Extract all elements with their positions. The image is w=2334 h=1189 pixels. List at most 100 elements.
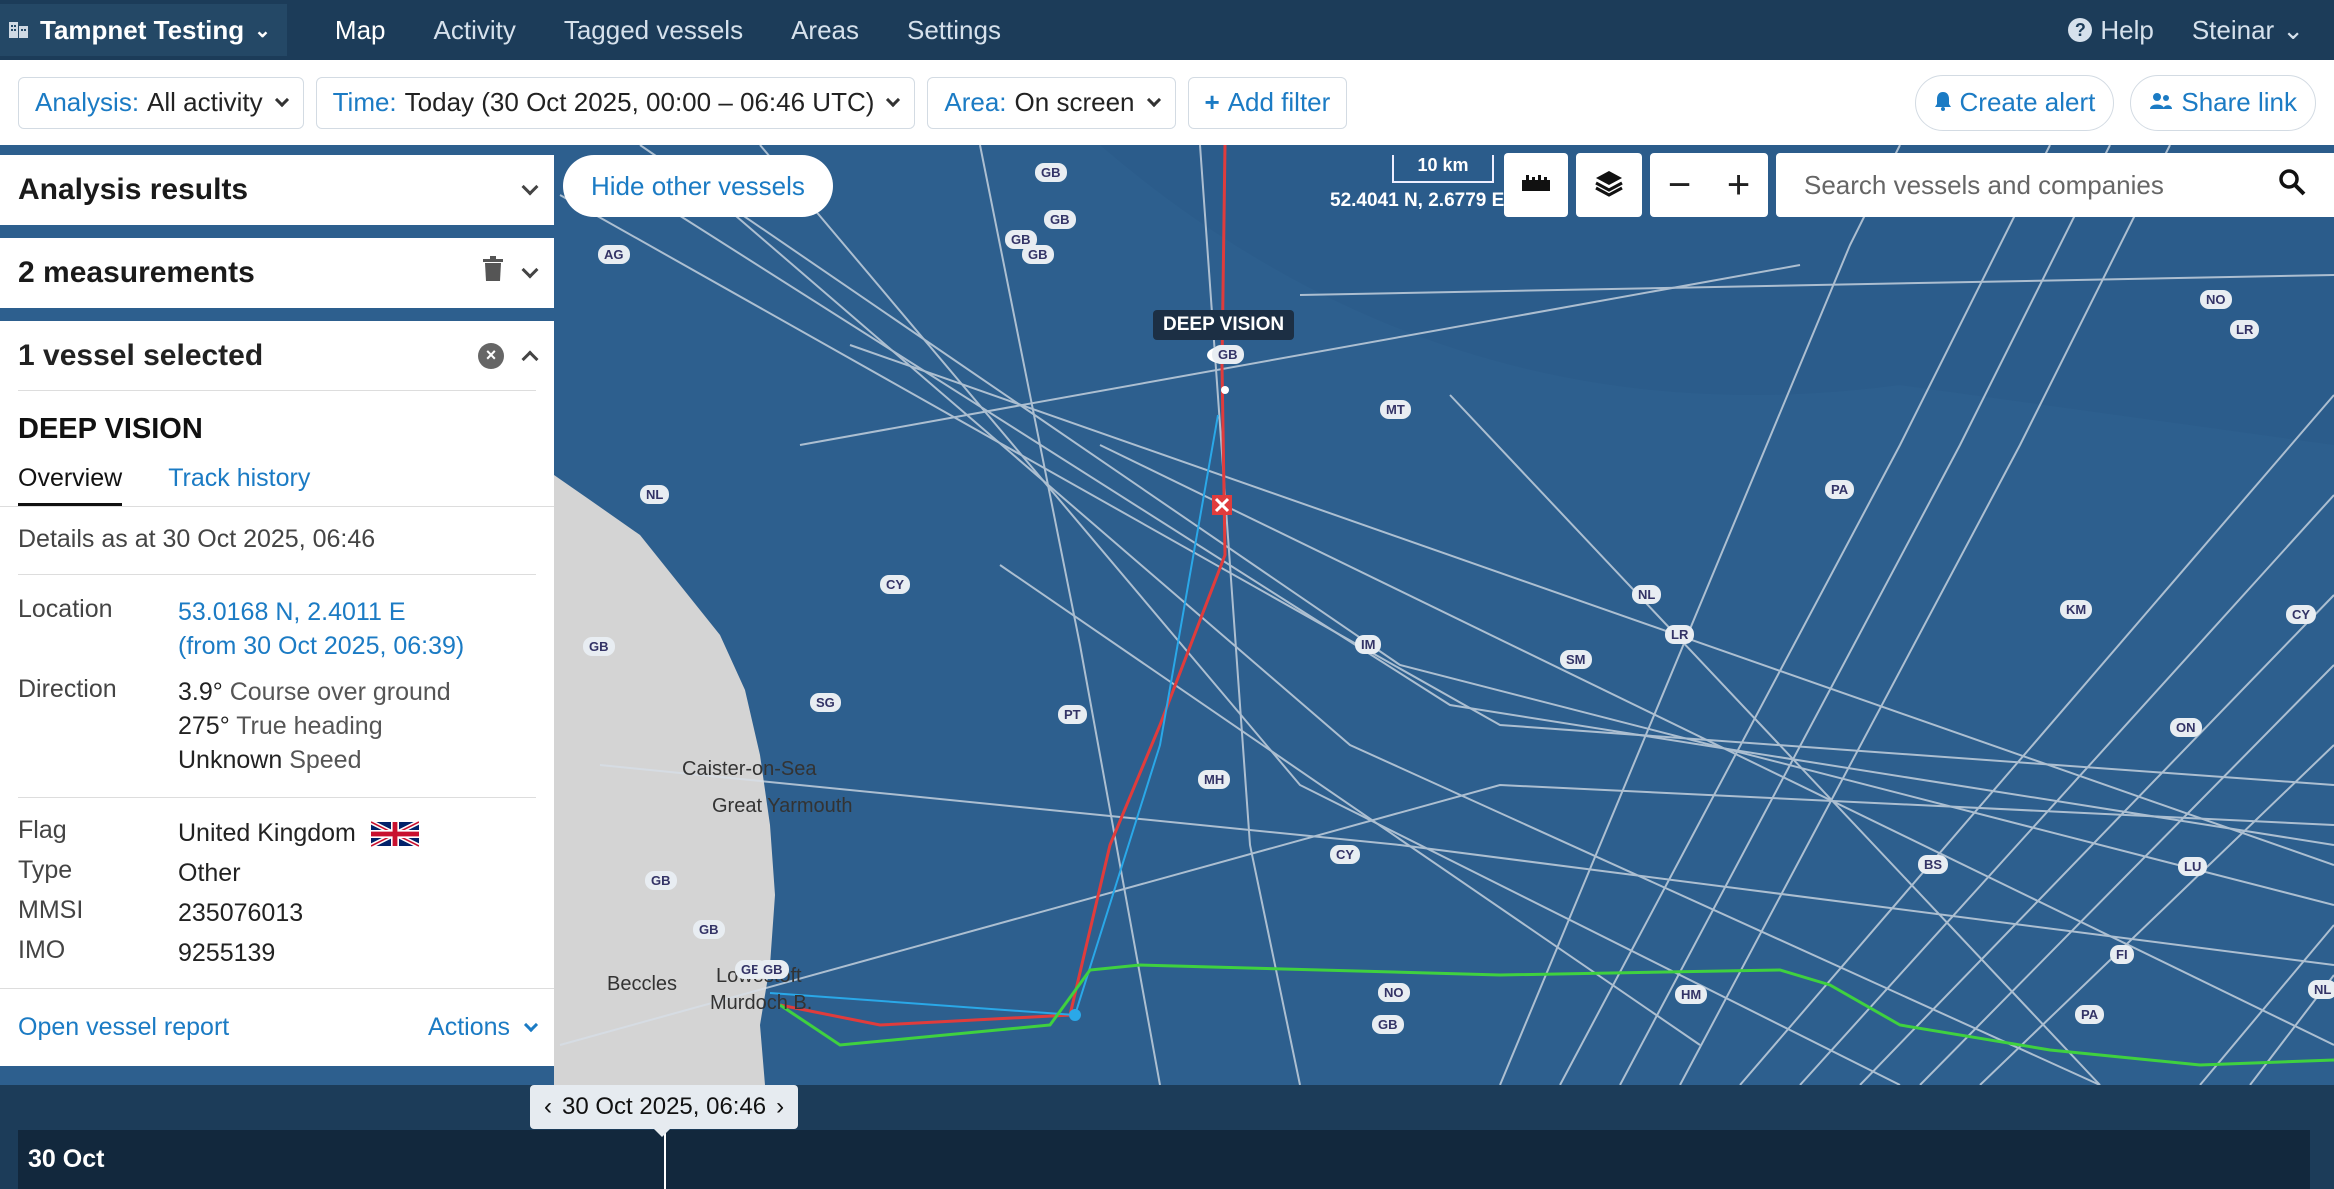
heading-value: 275° xyxy=(178,712,230,740)
vessel-map-label[interactable]: DEEP VISION xyxy=(1153,310,1295,340)
add-filter-label: Add filter xyxy=(1227,87,1331,117)
measure-button[interactable] xyxy=(1504,153,1568,217)
actions-label: Actions xyxy=(428,1013,510,1041)
vessel-tag[interactable]: NO xyxy=(2200,290,2232,309)
timeline-cursor[interactable] xyxy=(664,1130,666,1189)
layers-button[interactable] xyxy=(1576,153,1642,217)
vessel-tag[interactable]: GB xyxy=(693,920,725,939)
field-label: Direction xyxy=(18,675,117,703)
section-title: Analysis results xyxy=(18,173,249,206)
vessel-tag[interactable]: GB xyxy=(645,871,677,890)
add-filter-button[interactable]: + Add filter xyxy=(1187,76,1348,129)
clear-selection-icon[interactable]: × xyxy=(478,342,504,369)
chevron-down-icon[interactable] xyxy=(521,178,539,196)
zoom-out-button[interactable]: − xyxy=(1668,163,1691,208)
vessel-tag[interactable]: SM xyxy=(1560,650,1592,669)
zoom-controls: − + xyxy=(1650,153,1768,217)
chevron-left-icon[interactable]: ‹ xyxy=(544,1093,552,1121)
vessel-tag[interactable]: FI xyxy=(2110,945,2134,964)
nav-activity[interactable]: Activity xyxy=(434,15,516,46)
vessel-tag[interactable]: GB xyxy=(1212,345,1244,364)
vessel-tag[interactable]: LR xyxy=(1665,625,1695,644)
open-vessel-report-link[interactable]: Open vessel report xyxy=(18,1013,229,1042)
vessel-search-input[interactable]: Search vessels and companies xyxy=(1776,153,2334,217)
type-row: Type Other xyxy=(18,856,536,890)
vessel-tag[interactable]: PT xyxy=(1058,705,1087,724)
vessel-tag[interactable]: PA xyxy=(2075,1005,2105,1024)
vessel-tag[interactable]: GB xyxy=(1035,163,1067,182)
chevron-down-icon[interactable] xyxy=(521,261,539,279)
vessel-tag[interactable]: BS xyxy=(1918,855,1949,874)
measurements-section[interactable]: 2 measurements xyxy=(0,238,554,308)
vessel-tag[interactable]: KM xyxy=(2060,600,2093,619)
hide-other-vessels-button[interactable]: Hide other vessels xyxy=(563,155,833,217)
trash-icon[interactable] xyxy=(482,256,504,290)
actions-menu[interactable]: Actions xyxy=(428,1013,539,1042)
location-link[interactable]: 53.0168 N, 2.4011 E xyxy=(178,598,406,626)
vessel-tag[interactable]: CY xyxy=(880,575,911,594)
vessel-actions-bar: Open vessel report Actions xyxy=(0,988,554,1066)
search-icon[interactable] xyxy=(2278,168,2306,203)
vessel-tag[interactable]: SG xyxy=(810,693,841,712)
vessel-tag[interactable]: CY xyxy=(1330,845,1361,864)
help-link[interactable]: ? Help xyxy=(2068,14,2154,46)
vessel-tag[interactable]: PA xyxy=(1825,480,1855,499)
vessel-tag[interactable]: NL xyxy=(640,485,670,504)
org-switcher[interactable]: Tampnet Testing ⌄ xyxy=(0,4,287,56)
vessel-tag[interactable]: GB xyxy=(757,960,789,979)
cog-value: 3.9° xyxy=(178,678,223,706)
field-label: Location xyxy=(18,595,113,623)
chevron-down-icon xyxy=(1146,92,1161,107)
selected-vessel-header[interactable]: 1 vessel selected × xyxy=(18,321,539,391)
vessel-tag[interactable]: NL xyxy=(2308,980,2334,999)
chevron-right-icon[interactable]: › xyxy=(776,1093,784,1121)
analysis-results-section[interactable]: Analysis results xyxy=(0,155,554,225)
vessel-tag[interactable]: MT xyxy=(1380,400,1411,419)
location-from[interactable]: (from 30 Oct 2025, 06:39) xyxy=(178,632,464,660)
vessel-tag[interactable]: GB xyxy=(1022,245,1054,264)
vessel-tag[interactable]: GB xyxy=(1372,1015,1404,1034)
vessel-name: DEEP VISION xyxy=(18,413,203,445)
chevron-up-icon[interactable] xyxy=(521,350,539,367)
vessel-tag[interactable]: LU xyxy=(2178,857,2208,876)
flag-value: United Kingdom xyxy=(178,819,356,847)
vessel-tag[interactable]: GB xyxy=(1044,210,1076,229)
vessel-tag[interactable]: MH xyxy=(1198,770,1231,789)
nav-areas[interactable]: Areas xyxy=(791,15,859,46)
vessel-tag[interactable]: NO xyxy=(1378,983,1410,1002)
user-name: Steinar xyxy=(2191,14,2275,45)
nav-settings[interactable]: Settings xyxy=(907,15,1001,46)
share-link-button[interactable]: Share link xyxy=(2130,74,2316,131)
zoom-in-button[interactable]: + xyxy=(1727,163,1750,208)
time-filter[interactable]: Time: Today (30 Oct 2025, 00:00 – 06:46 … xyxy=(315,76,916,129)
cursor-coordinates: 52.4041 N, 2.6779 E xyxy=(1330,190,1505,211)
tab-overview[interactable]: Overview xyxy=(18,464,123,506)
chevron-down-icon xyxy=(523,1017,539,1032)
vessel-tag[interactable]: GB xyxy=(583,637,615,656)
vessel-tag[interactable]: AG xyxy=(598,245,630,264)
analysis-filter[interactable]: Analysis: All activity xyxy=(18,76,304,129)
user-menu[interactable]: Steinar ⌄ xyxy=(2192,15,2304,46)
vessel-tag[interactable]: NL xyxy=(1632,585,1662,604)
tab-track-history[interactable]: Track history xyxy=(168,464,310,506)
uk-flag-icon xyxy=(370,821,419,848)
chevron-down-icon: ⌄ xyxy=(254,19,271,42)
vessel-tag[interactable]: CY xyxy=(2286,605,2317,624)
direction-row: Direction 3.9° Course over ground 275° T… xyxy=(18,675,536,798)
field-label: MMSI xyxy=(18,896,84,924)
nav-tagged-vessels[interactable]: Tagged vessels xyxy=(564,15,743,46)
timeline-time-control: ‹ 30 Oct 2025, 06:46 › xyxy=(530,1085,799,1137)
vessel-tag[interactable]: HM xyxy=(1675,985,1708,1004)
nav-map[interactable]: Map xyxy=(335,15,386,46)
field-label: IMO xyxy=(18,936,66,964)
vessel-tag[interactable]: IM xyxy=(1355,635,1382,654)
heading-label: True heading xyxy=(236,712,383,740)
help-label: Help xyxy=(2100,14,2154,45)
plus-icon: + xyxy=(1204,87,1220,117)
timeline-track[interactable] xyxy=(18,1130,2310,1189)
area-filter[interactable]: Area: On screen xyxy=(927,76,1176,129)
vessel-tag[interactable]: LR xyxy=(2230,320,2260,339)
vessel-tag[interactable]: ON xyxy=(2170,718,2202,737)
create-alert-button[interactable]: Create alert xyxy=(1914,74,2115,131)
selected-vessel-card: 1 vessel selected × DEEP VISION Overview… xyxy=(0,321,554,988)
